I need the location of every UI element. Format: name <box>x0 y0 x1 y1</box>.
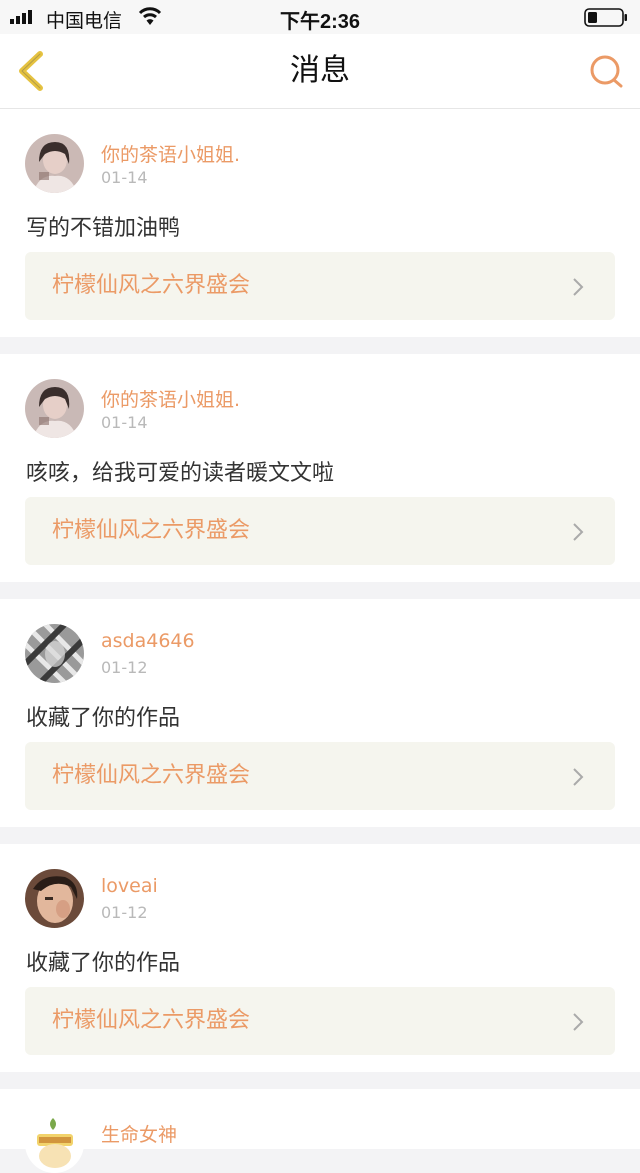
message-date: 01-14 <box>101 413 148 432</box>
nav-bar: 消息 <box>0 34 640 109</box>
username[interactable]: loveai <box>101 875 158 897</box>
username[interactable]: 你的茶语小姐姐. <box>101 140 240 167</box>
status-bar: 中国电信 下午2:36 <box>0 0 640 34</box>
message-text: 咳咳，给我可爱的读者暖文文啦 <box>26 461 335 486</box>
selfie-avatar[interactable] <box>25 869 84 928</box>
work-link[interactable]: 柠檬仙风之六界盛会 <box>25 497 615 565</box>
message-card: 你的茶语小姐姐. 01-14 写的不错加油鸭 柠檬仙风之六界盛会 <box>0 109 640 337</box>
search-icon[interactable] <box>584 52 628 92</box>
battery-icon <box>584 8 627 27</box>
work-title: 柠檬仙风之六界盛会 <box>52 273 251 298</box>
message-text: 收藏了你的作品 <box>26 706 181 731</box>
chevron-right-icon <box>573 768 584 786</box>
work-title: 柠檬仙风之六界盛会 <box>52 518 251 543</box>
message-card: loveai 01-12 收藏了你的作品 柠檬仙风之六界盛会 <box>0 844 640 1072</box>
username[interactable]: 你的茶语小姐姐. <box>101 385 240 412</box>
message-card: 生命女神 <box>0 1089 640 1173</box>
work-link[interactable]: 柠檬仙风之六界盛会 <box>25 252 615 320</box>
message-card: asda4646 01-12 收藏了你的作品 柠檬仙风之六界盛会 <box>0 599 640 827</box>
work-link[interactable]: 柠檬仙风之六界盛会 <box>25 987 615 1055</box>
girl-photo-avatar[interactable] <box>25 379 84 438</box>
back-arrow-icon[interactable] <box>12 46 56 96</box>
message-card: 你的茶语小姐姐. 01-14 咳咳，给我可爱的读者暖文文啦 柠檬仙风之六界盛会 <box>0 354 640 582</box>
work-title: 柠檬仙风之六界盛会 <box>52 1008 251 1033</box>
chevron-right-icon <box>573 1013 584 1031</box>
message-list: 你的茶语小姐姐. 01-14 写的不错加油鸭 柠檬仙风之六界盛会 你的茶语小姐姐… <box>0 109 640 1173</box>
username[interactable]: asda4646 <box>101 630 195 652</box>
message-date: 01-14 <box>101 168 148 187</box>
cartoon-avatar[interactable] <box>25 1114 84 1173</box>
status-time: 下午2:36 <box>279 11 361 33</box>
message-text: 写的不错加油鸭 <box>26 216 181 241</box>
girl-photo-avatar[interactable] <box>25 134 84 193</box>
message-date: 01-12 <box>101 903 148 922</box>
username[interactable]: 生命女神 <box>101 1120 177 1147</box>
page-title: 消息 <box>290 53 350 88</box>
message-text: 收藏了你的作品 <box>26 951 181 976</box>
chevron-right-icon <box>573 278 584 296</box>
bw-photo-avatar[interactable] <box>25 624 84 683</box>
message-date: 01-12 <box>101 658 148 677</box>
chevron-right-icon <box>573 523 584 541</box>
work-link[interactable]: 柠檬仙风之六界盛会 <box>25 742 615 810</box>
work-title: 柠檬仙风之六界盛会 <box>52 763 251 788</box>
